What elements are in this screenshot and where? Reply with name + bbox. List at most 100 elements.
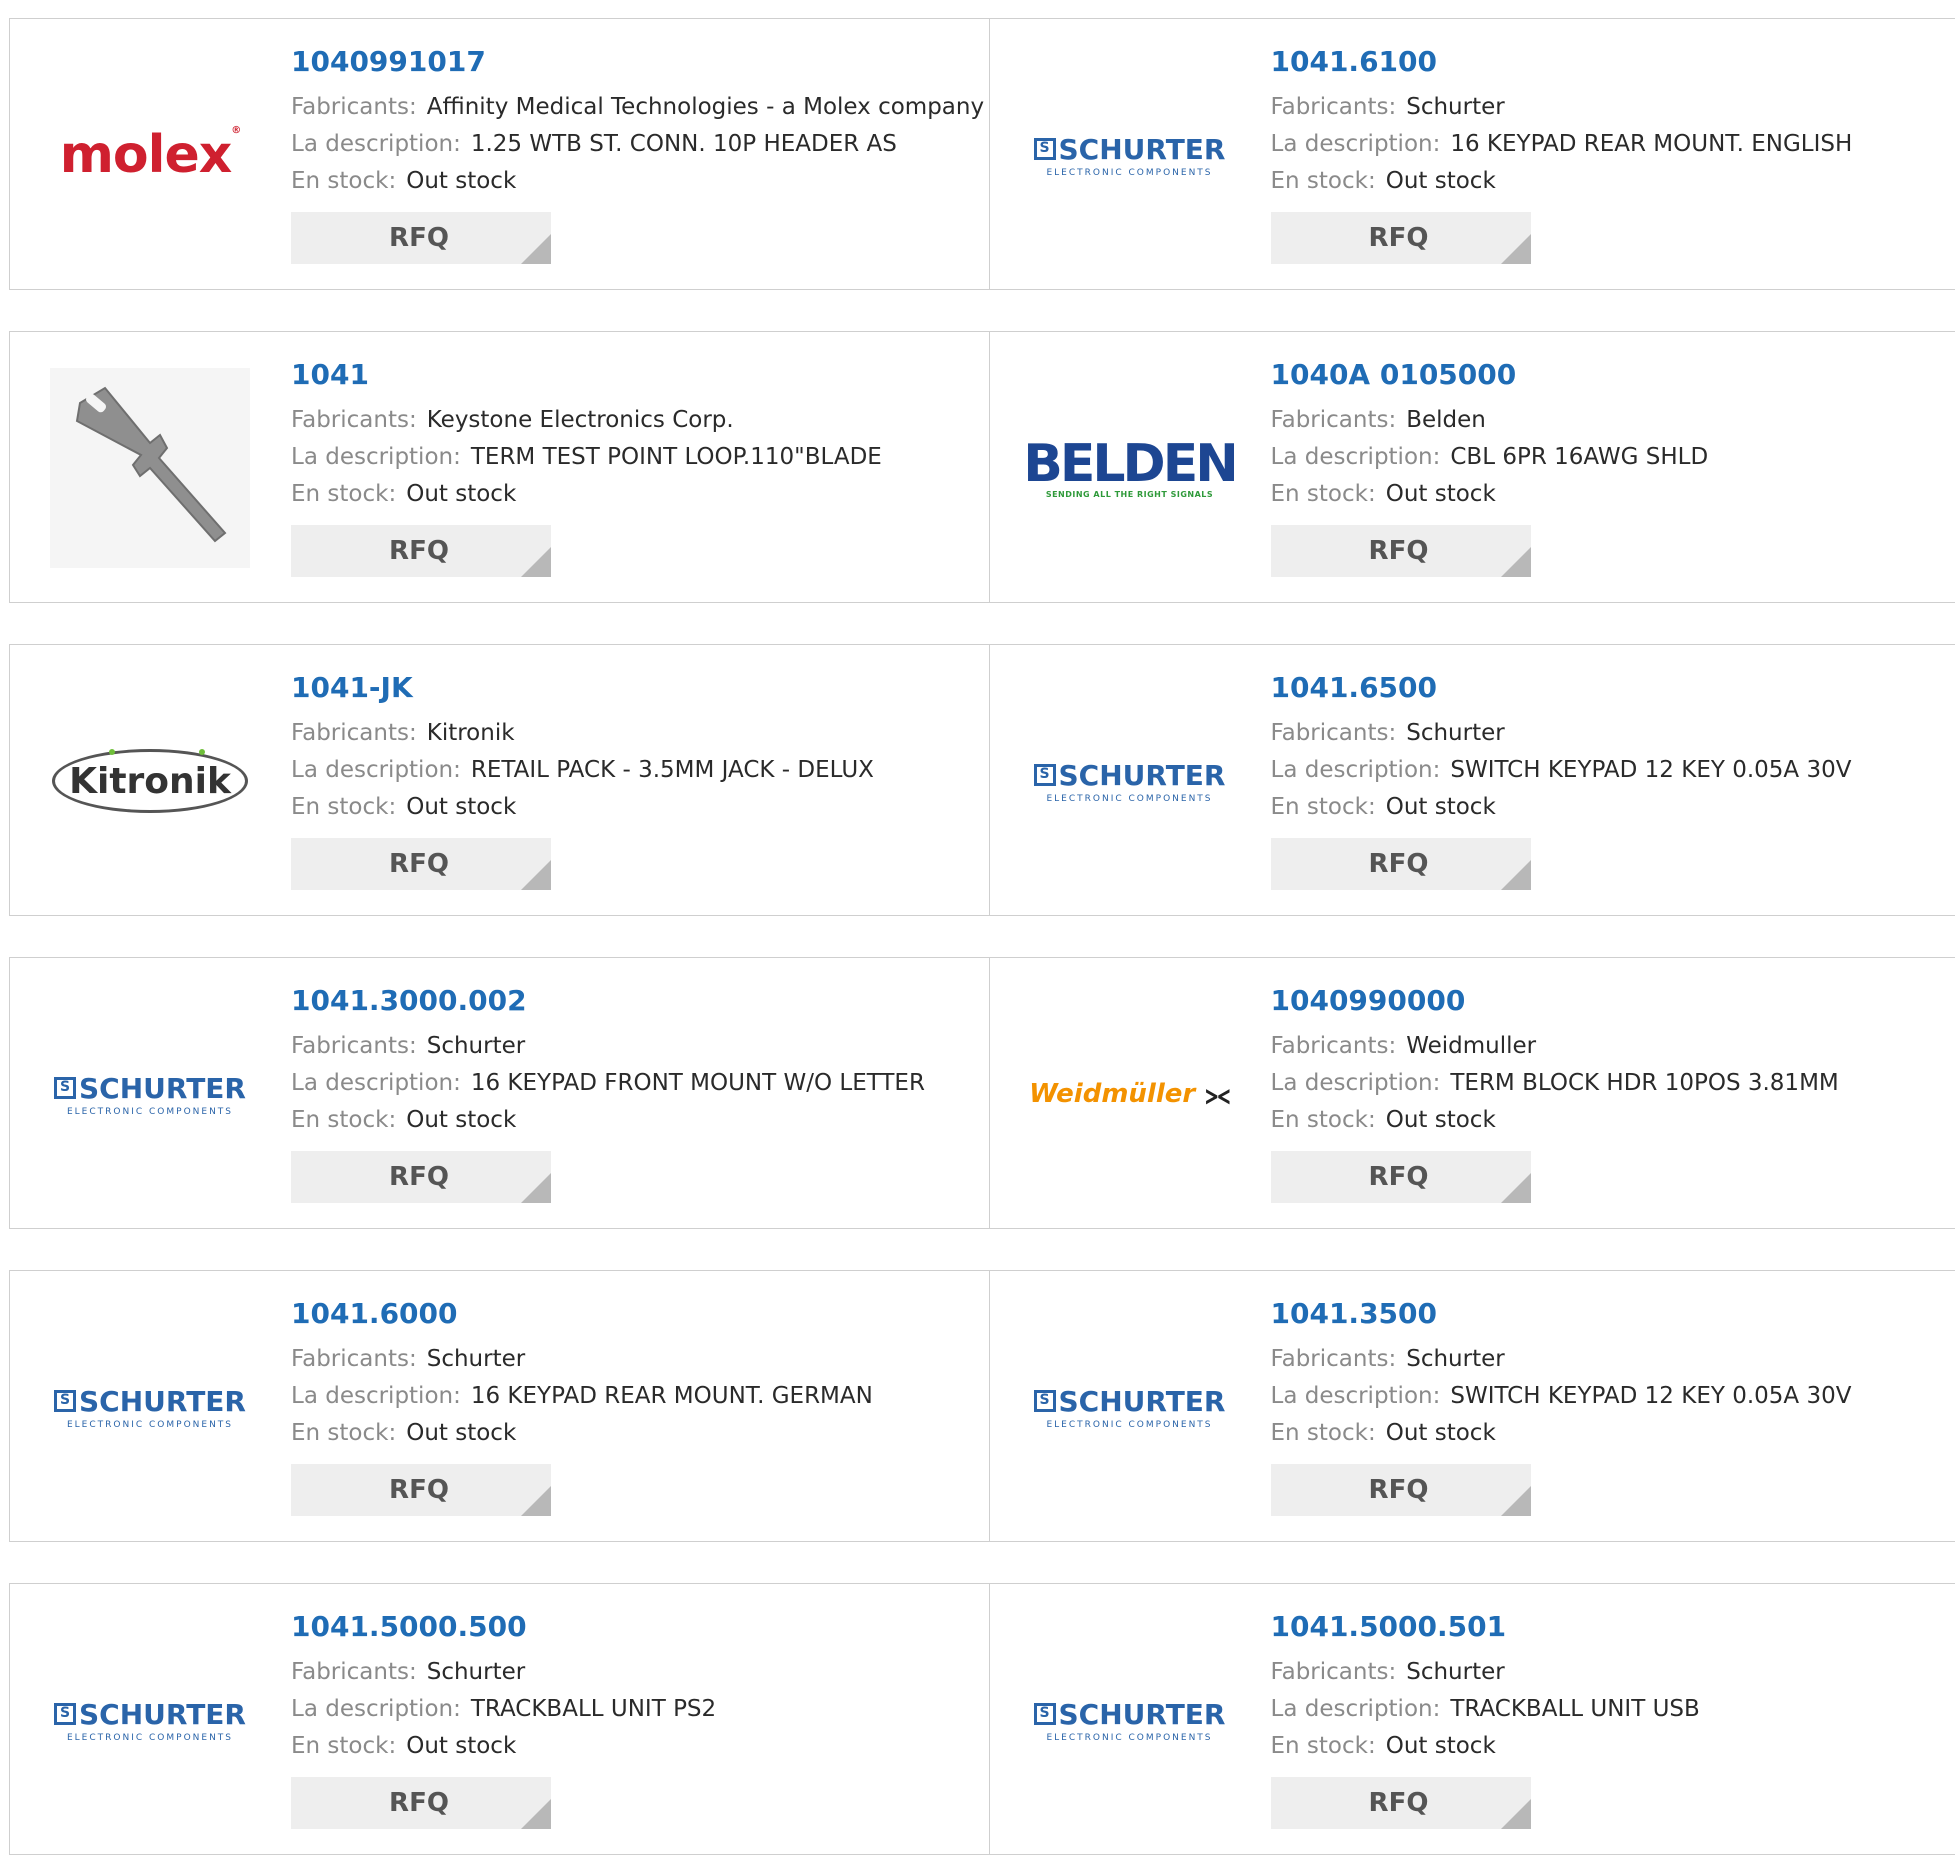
description-label: La description:	[1271, 1383, 1441, 1409]
part-number-link[interactable]: 1041.5000.500	[291, 1610, 971, 1644]
rfq-label: RFQ	[389, 536, 449, 566]
manufacturer-logo[interactable]: Kitronik	[50, 683, 250, 879]
manufacturer-label: Fabricants:	[1271, 1659, 1397, 1685]
part-number-link[interactable]: 1040991017	[291, 45, 971, 79]
description-line: La description:CBL 6PR 16AWG SHLD	[1271, 439, 1951, 476]
description-value: SWITCH KEYPAD 12 KEY 0.05A 30V	[1450, 1383, 1851, 1409]
manufacturer-value: Schurter	[1406, 1346, 1504, 1372]
manufacturer-logo[interactable]: molex®	[50, 57, 250, 253]
description-label: La description:	[291, 131, 461, 157]
rfq-button[interactable]: RFQ	[291, 525, 551, 577]
manufacturer-value: Affinity Medical Technologies - a Molex …	[427, 94, 984, 120]
description-label: La description:	[291, 1070, 461, 1096]
rfq-label: RFQ	[1369, 1162, 1429, 1192]
manufacturer-logo[interactable]: Weidmüller⪥	[1030, 996, 1230, 1192]
description-label: La description:	[1271, 1070, 1441, 1096]
manufacturer-line: Fabricants:Keystone Electronics Corp.	[291, 402, 971, 439]
product-card: SSCHURTER ELECTRONIC COMPONENTS 1041.500…	[989, 1584, 1955, 1854]
stock-label: En stock:	[1271, 1733, 1376, 1759]
part-number-link[interactable]: 1041	[291, 358, 971, 392]
rfq-label: RFQ	[389, 1475, 449, 1505]
manufacturer-line: Fabricants: Schurter	[1271, 1341, 1951, 1378]
description-line: La description:TERM TEST POINT LOOP.110"…	[291, 439, 971, 476]
stock-value: Out stock	[406, 1107, 516, 1133]
stock-line: En stock:Out stock	[1271, 1415, 1951, 1452]
description-value: 16 KEYPAD FRONT MOUNT W/O LETTER	[471, 1070, 925, 1096]
stock-label: En stock:	[291, 1107, 396, 1133]
manufacturer-label: Fabricants:	[1271, 1346, 1397, 1372]
corner-triangle-icon	[521, 860, 551, 890]
product-info: 1040A 0105000 Fabricants:Belden La descr…	[1271, 358, 1951, 577]
manufacturer-logo[interactable]	[50, 370, 250, 566]
schurter-logo: SSCHURTER ELECTRONIC COMPONENTS	[1034, 759, 1226, 804]
corner-triangle-icon	[1501, 1486, 1531, 1516]
part-number-link[interactable]: 1041.6100	[1271, 45, 1951, 79]
part-number-link[interactable]: 1041.6500	[1271, 671, 1951, 705]
product-info: 1041.3500 Fabricants: Schurter La descrip…	[1271, 1297, 1951, 1516]
part-number-link[interactable]: 1041-JK	[291, 671, 971, 705]
manufacturer-logo[interactable]: SSCHURTER ELECTRONIC COMPONENTS	[50, 996, 250, 1192]
manufacturer-line: Fabricants:Schurter	[291, 1341, 971, 1378]
rfq-button[interactable]: RFQ	[1271, 1464, 1531, 1516]
part-number-link[interactable]: 1041.3000.002	[291, 984, 971, 1018]
rfq-button[interactable]: RFQ	[1271, 212, 1531, 264]
rfq-button[interactable]: RFQ	[291, 838, 551, 890]
rfq-label: RFQ	[1369, 536, 1429, 566]
manufacturer-value: Kitronik	[427, 720, 515, 746]
part-number-link[interactable]: 1041.3500	[1271, 1297, 1951, 1331]
stock-label: En stock:	[1271, 794, 1376, 820]
manufacturer-logo[interactable]: BELDEN SENDING ALL THE RIGHT SIGNALS	[1030, 370, 1230, 566]
product-info: 1040990000 Fabricants:Weidmuller La desc…	[1271, 984, 1951, 1203]
stock-label: En stock:	[291, 1733, 396, 1759]
part-number-link[interactable]: 1040990000	[1271, 984, 1951, 1018]
rfq-label: RFQ	[1369, 1788, 1429, 1818]
description-label: La description:	[1271, 131, 1441, 157]
manufacturer-value: Schurter	[427, 1033, 525, 1059]
corner-triangle-icon	[1501, 860, 1531, 890]
description-line: La description:16 KEYPAD REAR MOUNT. ENG…	[1271, 126, 1951, 163]
product-info: 1041.6100 Fabricants: Schurter La descrip…	[1271, 45, 1951, 264]
rfq-label: RFQ	[1369, 1475, 1429, 1505]
manufacturer-logo[interactable]: SSCHURTER ELECTRONIC COMPONENTS	[1030, 57, 1230, 253]
product-card: 1041 Fabricants:Keystone Electronics Cor…	[10, 332, 989, 602]
belden-logo: BELDEN SENDING ALL THE RIGHT SIGNALS	[1023, 438, 1236, 499]
description-label: La description:	[291, 444, 461, 470]
rfq-button[interactable]: RFQ	[291, 212, 551, 264]
manufacturer-logo[interactable]: SSCHURTER ELECTRONIC COMPONENTS	[1030, 1309, 1230, 1505]
manufacturer-logo[interactable]: SSCHURTER ELECTRONIC COMPONENTS	[1030, 1622, 1230, 1818]
rfq-button[interactable]: RFQ	[291, 1464, 551, 1516]
rfq-button[interactable]: RFQ	[291, 1151, 551, 1203]
stock-line: En stock:Out stock	[1271, 476, 1951, 513]
manufacturer-label: Fabricants:	[1271, 94, 1397, 120]
rfq-button[interactable]: RFQ	[1271, 838, 1531, 890]
rfq-button[interactable]: RFQ	[1271, 1777, 1531, 1829]
rfq-label: RFQ	[389, 223, 449, 253]
manufacturer-value: Schurter	[427, 1659, 525, 1685]
description-label: La description:	[291, 1383, 461, 1409]
part-number-link[interactable]: 1041.6000	[291, 1297, 971, 1331]
manufacturer-value: Schurter	[1406, 1659, 1504, 1685]
part-number-link[interactable]: 1041.5000.501	[1271, 1610, 1951, 1644]
manufacturer-logo[interactable]: SSCHURTER ELECTRONIC COMPONENTS	[50, 1622, 250, 1818]
test-point-blade-image	[50, 368, 250, 568]
product-row: molex® 1040991017 Fabricants: Affinity Me…	[9, 18, 1955, 290]
rfq-button[interactable]: RFQ	[291, 1777, 551, 1829]
product-info: 1041.6500 Fabricants:Schurter La descrip…	[1271, 671, 1951, 890]
rfq-button[interactable]: RFQ	[1271, 1151, 1531, 1203]
stock-value: Out stock	[406, 1420, 516, 1446]
product-card: SSCHURTER ELECTRONIC COMPONENTS 1041.610…	[989, 19, 1955, 289]
product-info: 1041.3000.002 Fabricants:Schurter La des…	[291, 984, 971, 1203]
manufacturer-label: Fabricants:	[291, 720, 417, 746]
part-number-link[interactable]: 1040A 0105000	[1271, 358, 1951, 392]
stock-label: En stock:	[1271, 168, 1376, 194]
rfq-label: RFQ	[389, 1788, 449, 1818]
manufacturer-label: Fabricants:	[1271, 1033, 1397, 1059]
product-grid: molex® 1040991017 Fabricants: Affinity Me…	[0, 0, 1955, 1834]
rfq-button[interactable]: RFQ	[1271, 525, 1531, 577]
product-card: Kitronik 1041-JK Fabricants:Kitronik La …	[10, 645, 989, 915]
manufacturer-value: Schurter	[1406, 94, 1504, 120]
manufacturer-logo[interactable]: SSCHURTER ELECTRONIC COMPONENTS	[50, 1309, 250, 1505]
stock-label: En stock:	[291, 481, 396, 507]
manufacturer-logo[interactable]: SSCHURTER ELECTRONIC COMPONENTS	[1030, 683, 1230, 879]
corner-triangle-icon	[521, 1486, 551, 1516]
